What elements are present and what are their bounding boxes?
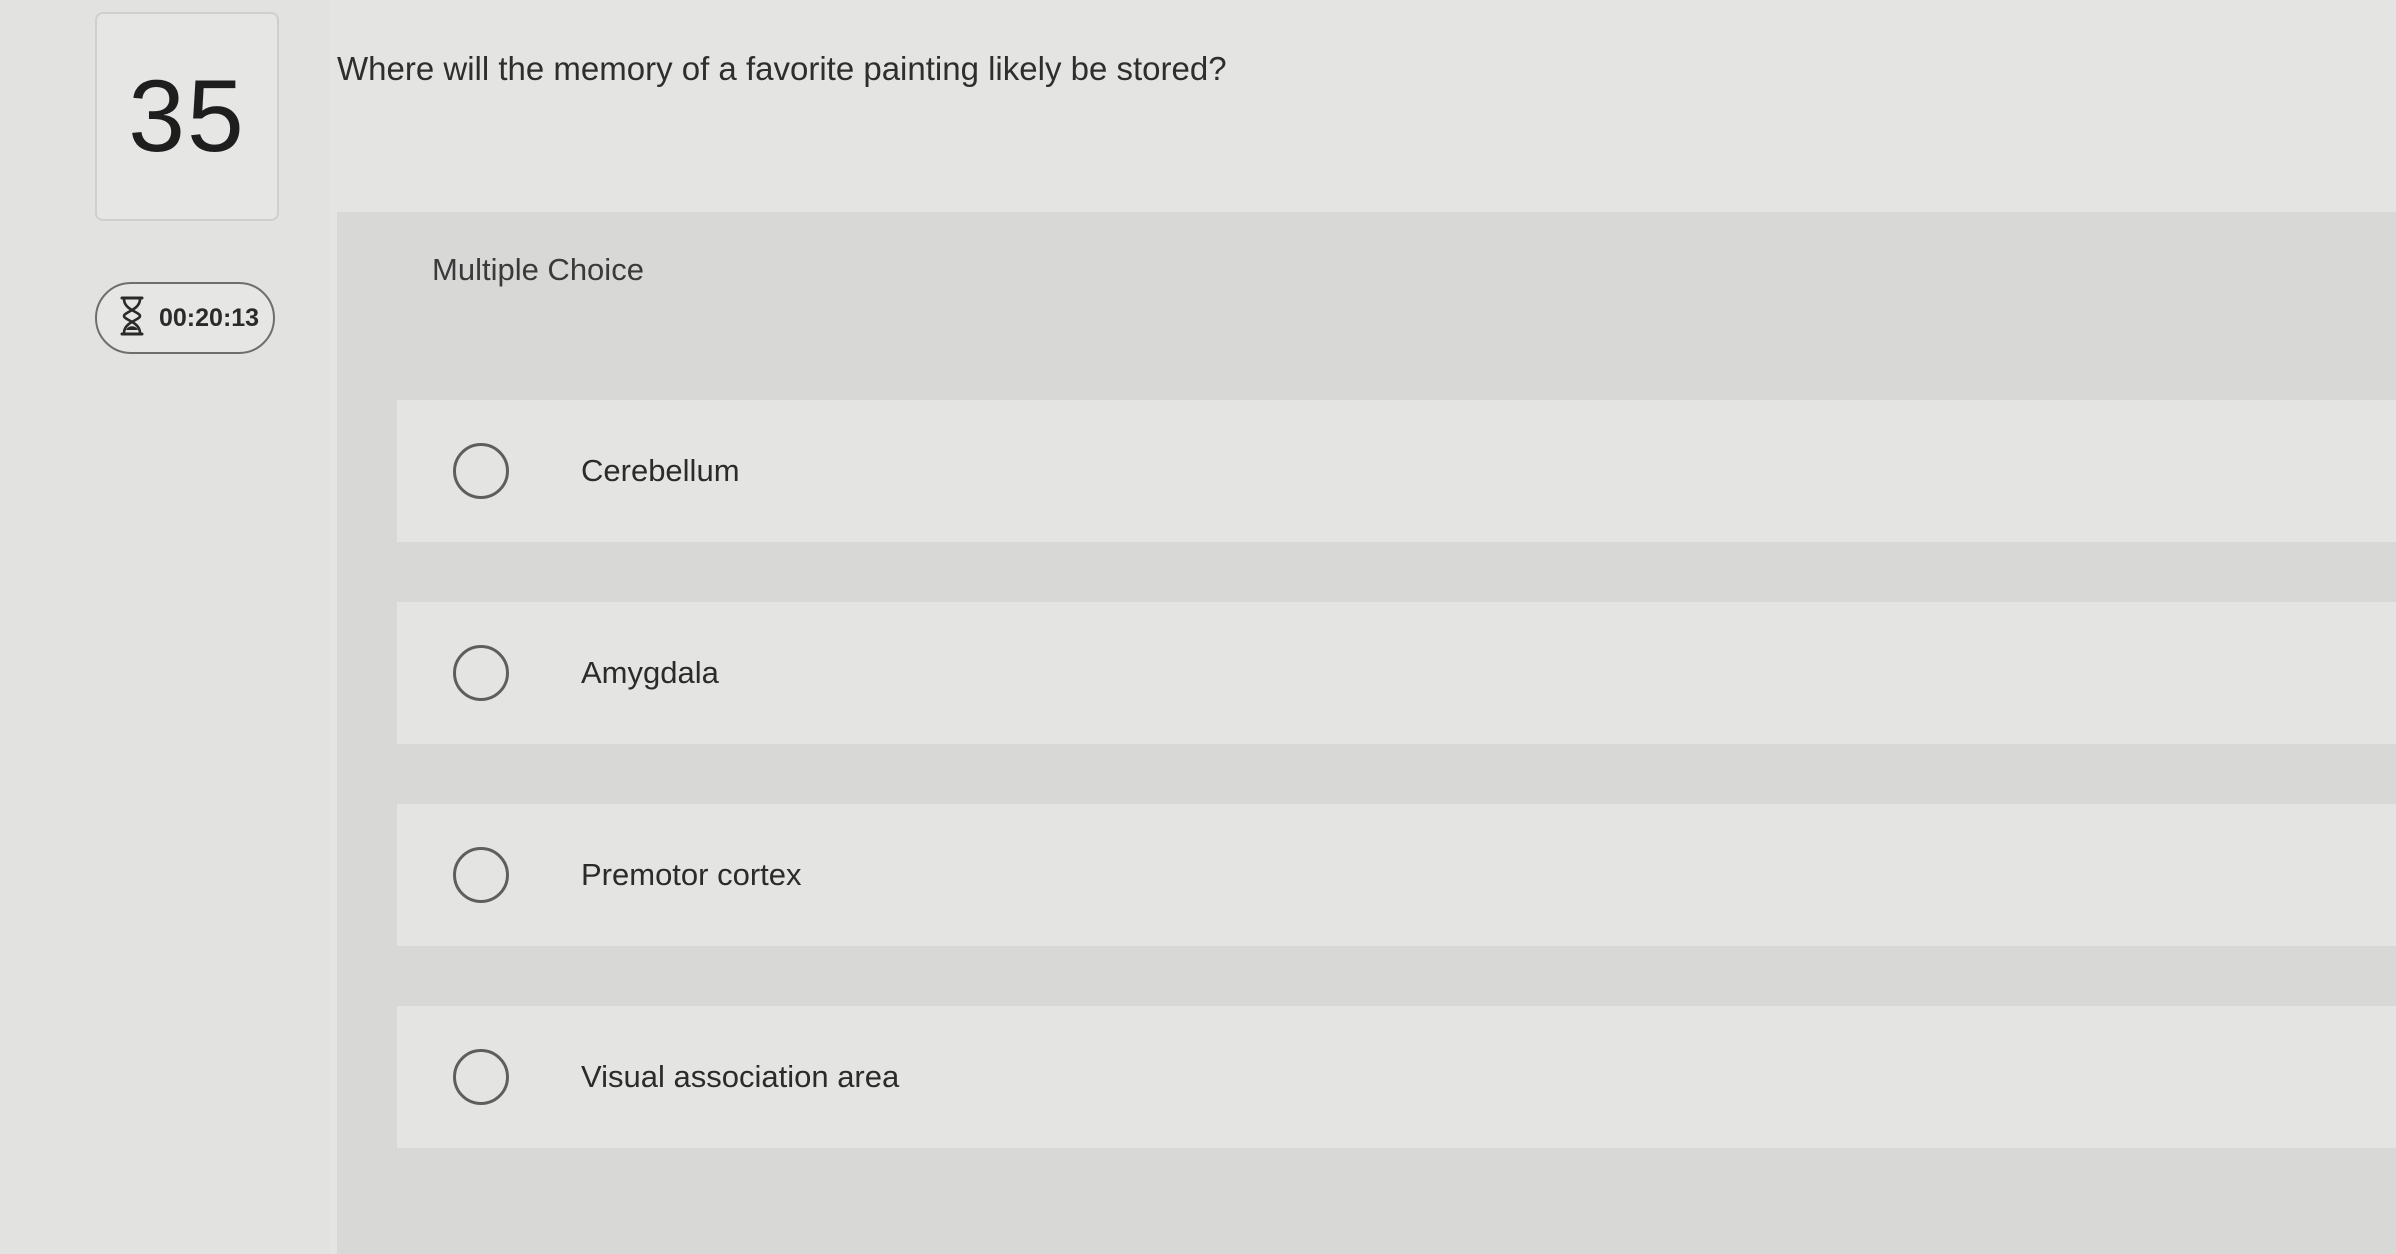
radio-button[interactable] xyxy=(453,443,509,499)
answer-panel: Multiple Choice Cerebellum Amygdala Prem… xyxy=(337,212,2396,1254)
radio-button[interactable] xyxy=(453,1049,509,1105)
answer-option-label: Premotor cortex xyxy=(581,857,802,892)
timer-text: 00:20:13 xyxy=(159,303,260,332)
question-type-label: Multiple Choice xyxy=(432,252,644,287)
answer-option-label: Visual association area xyxy=(581,1059,900,1094)
radio-button[interactable] xyxy=(453,847,509,903)
answer-option-label: Amygdala xyxy=(581,655,719,690)
answer-option[interactable]: Premotor cortex xyxy=(397,804,2396,946)
question-text: Where will the memory of a favorite pain… xyxy=(337,50,1227,87)
question-number: 35 xyxy=(128,59,246,173)
answer-option[interactable]: Amygdala xyxy=(397,602,2396,744)
timer-badge[interactable]: 00:20:13 xyxy=(95,282,275,354)
answer-option-label: Cerebellum xyxy=(581,453,740,488)
radio-button[interactable] xyxy=(453,645,509,701)
question-number-box: 35 xyxy=(95,12,279,221)
answer-option[interactable]: Visual association area xyxy=(397,1006,2396,1148)
answer-option[interactable]: Cerebellum xyxy=(397,400,2396,542)
hourglass-icon xyxy=(119,296,159,341)
